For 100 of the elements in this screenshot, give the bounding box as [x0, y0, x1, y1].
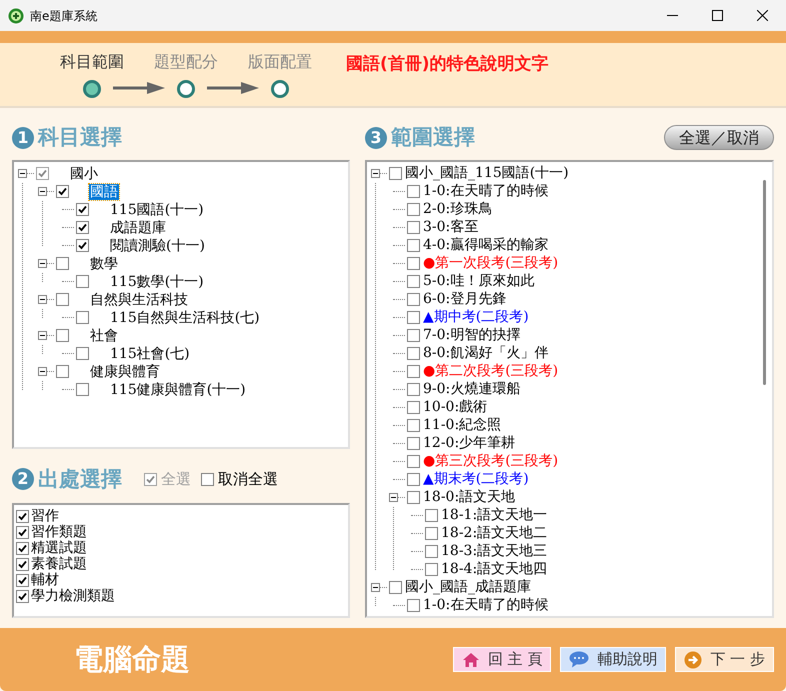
checkbox[interactable] — [201, 472, 214, 486]
checkbox[interactable] — [407, 203, 420, 216]
tree-item[interactable]: 數學 — [89, 256, 119, 272]
checkbox[interactable] — [76, 221, 89, 234]
scrollbar-thumb[interactable] — [762, 180, 766, 384]
tree-item[interactable]: ●第二次段考(三段考) — [423, 363, 558, 379]
list-item[interactable]: 素養試題 — [31, 556, 87, 572]
select-all-toggle-button[interactable]: 全選／取消 — [664, 125, 774, 150]
checkbox[interactable] — [56, 329, 69, 342]
tree-item[interactable]: 2-0:珍珠鳥 — [423, 201, 492, 217]
tree-item[interactable]: 自然與生活科技 — [89, 292, 189, 308]
maximize-icon[interactable] — [712, 10, 723, 21]
checkbox[interactable] — [425, 563, 438, 576]
footer-button[interactable]: 下 一 步 — [675, 647, 774, 672]
step-label[interactable]: 科目範圍 — [60, 50, 124, 74]
checkbox[interactable] — [76, 311, 89, 324]
collapse-icon[interactable] — [389, 493, 398, 502]
tree-item[interactable]: 1-0:在天晴了的時候 — [423, 597, 548, 613]
tree-item[interactable]: 115社會(七) — [109, 346, 191, 362]
checkbox[interactable] — [56, 185, 69, 198]
tree-item[interactable]: 115數學(十一) — [109, 274, 205, 290]
checkbox[interactable] — [407, 419, 420, 432]
collapse-icon[interactable] — [38, 295, 47, 304]
tree-item[interactable]: 18-1:語文天地一 — [441, 507, 548, 523]
list-item[interactable]: 學力檢測類題 — [31, 588, 115, 604]
collapse-icon[interactable] — [38, 367, 47, 376]
tree-item[interactable]: 5-0:哇！原來如此 — [423, 273, 534, 289]
collapse-icon[interactable] — [18, 169, 27, 178]
tree-item[interactable]: ▲期末考(二段考) — [423, 471, 529, 487]
tree-item[interactable]: 115自然與生活科技(七) — [109, 310, 261, 326]
collapse-icon[interactable] — [371, 169, 380, 178]
tree-item[interactable]: 國小_國語_成語題庫 — [405, 579, 531, 595]
footer-button[interactable]: 輔助說明 — [560, 647, 666, 672]
tree-item[interactable]: 健康與體育 — [89, 364, 161, 380]
checkbox[interactable] — [407, 257, 420, 270]
tree-item[interactable]: 社會 — [89, 328, 119, 344]
tree-item[interactable]: 7-0:明智的抉擇 — [423, 327, 520, 343]
checkbox[interactable] — [16, 590, 29, 602]
list-item[interactable]: 精選試題 — [31, 540, 87, 556]
close-icon[interactable] — [757, 10, 768, 21]
checkbox[interactable] — [407, 221, 420, 234]
collapse-icon[interactable] — [371, 583, 380, 592]
tree-item[interactable]: 115健康與體育(十一) — [109, 382, 247, 398]
checkbox[interactable] — [407, 239, 420, 252]
checkbox[interactable] — [76, 383, 89, 396]
list-item[interactable]: 習作 — [31, 508, 59, 524]
checkbox[interactable] — [407, 347, 420, 360]
checkbox[interactable] — [56, 365, 69, 378]
tree-item[interactable]: 9-0:火燒連環船 — [423, 381, 520, 397]
checkbox[interactable] — [16, 510, 29, 522]
tree-item[interactable]: 18-2:語文天地二 — [441, 525, 548, 541]
checkbox[interactable] — [407, 455, 420, 468]
checkbox-label[interactable]: 取消全選 — [218, 468, 278, 490]
checkbox[interactable] — [407, 329, 420, 342]
collapse-icon[interactable] — [38, 187, 47, 196]
tree-item[interactable]: 8-0:飢渴好「火」伴 — [423, 345, 548, 361]
checkbox[interactable] — [407, 311, 420, 324]
checkbox[interactable] — [425, 509, 438, 522]
tree-item[interactable]: 18-4:語文天地四 — [441, 561, 548, 577]
checkbox[interactable] — [407, 401, 420, 414]
tree-item[interactable]: 10-0:戲術 — [423, 399, 488, 415]
tree-item[interactable]: 1-0:在天晴了的時候 — [423, 183, 548, 199]
checkbox[interactable] — [407, 383, 420, 396]
collapse-icon[interactable] — [38, 259, 47, 268]
tree-item[interactable]: 國小_國語_115國語(十一) — [405, 165, 569, 181]
checkbox[interactable] — [56, 293, 69, 306]
collapse-icon[interactable] — [38, 331, 47, 340]
tree-item[interactable]: ●第一次段考(三段考) — [423, 255, 558, 271]
checkbox[interactable] — [407, 293, 420, 306]
tree-item[interactable]: 國小 — [69, 166, 99, 182]
tree-item[interactable]: ▲期中考(二段考) — [423, 309, 529, 325]
checkbox[interactable] — [407, 185, 420, 198]
checkbox[interactable] — [407, 473, 420, 486]
tree-item[interactable]: 18-0:語文天地 — [423, 489, 516, 505]
tree-item[interactable]: 閱讀測驗(十一) — [109, 238, 206, 254]
checkbox[interactable] — [407, 491, 420, 504]
tree-item[interactable]: 115國語(十一) — [109, 202, 205, 218]
checkbox[interactable] — [389, 581, 402, 594]
checkbox[interactable] — [407, 599, 420, 612]
tree-item[interactable]: 4-0:贏得喝采的輸家 — [423, 237, 548, 253]
checkbox[interactable] — [389, 167, 402, 180]
checkbox[interactable] — [407, 365, 420, 378]
tree-item[interactable]: 11-0:紀念照 — [423, 417, 502, 433]
step-node[interactable] — [177, 80, 195, 98]
checkbox[interactable] — [407, 437, 420, 450]
tree-item[interactable]: 國語 — [89, 184, 119, 200]
checkbox[interactable] — [76, 275, 89, 288]
list-item[interactable]: 習作類題 — [31, 524, 87, 540]
tree-item[interactable]: 3-0:客至 — [423, 219, 478, 235]
checkbox[interactable] — [407, 275, 420, 288]
checkbox[interactable] — [36, 167, 49, 180]
step-node[interactable] — [83, 80, 101, 98]
checkbox[interactable] — [16, 558, 29, 570]
checkbox[interactable] — [16, 542, 29, 554]
tree-item[interactable]: ●第三次段考(三段考) — [423, 453, 558, 469]
checkbox[interactable] — [56, 257, 69, 270]
tree-item[interactable]: 18-3:語文天地三 — [441, 543, 548, 559]
checkbox[interactable] — [16, 574, 29, 586]
tree-item[interactable]: 6-0:登月先鋒 — [423, 291, 506, 307]
checkbox[interactable] — [76, 239, 89, 252]
